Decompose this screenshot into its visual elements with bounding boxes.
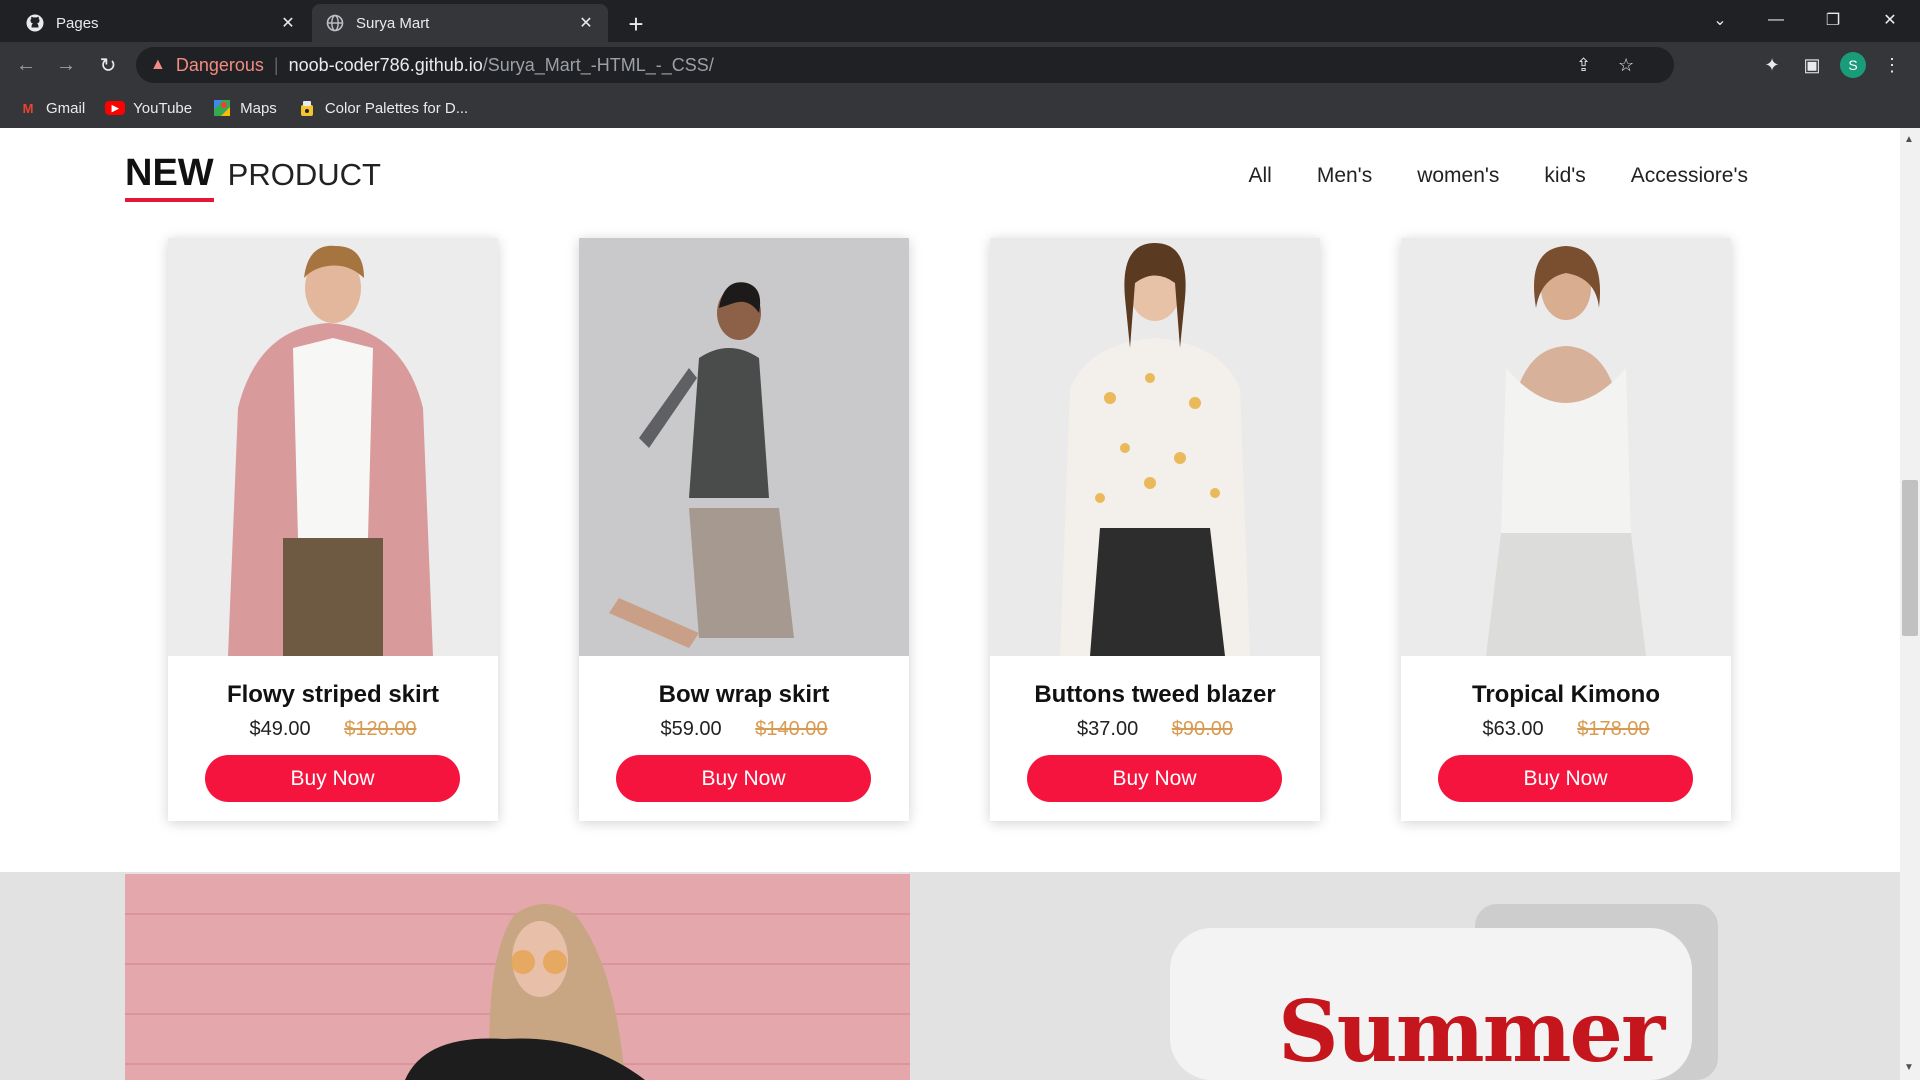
original-price: $178.00 (1577, 718, 1650, 740)
web-page: NEW PRODUCT All Men's women's kid's Acce… (0, 128, 1900, 1080)
section-heading: NEW PRODUCT (125, 152, 381, 202)
original-price: $120.00 (344, 718, 417, 740)
extensions-icon[interactable]: ✦ (1758, 51, 1786, 79)
bookmark-color-palettes[interactable]: Color Palettes for D... (297, 98, 468, 118)
product-card: Flowy striped skirt $49.00 $120.00 Buy N… (168, 238, 498, 821)
address-separator: | (273, 54, 279, 75)
bookmark-label: YouTube (133, 99, 193, 117)
current-price: $59.00 (660, 718, 722, 740)
scroll-up-arrow-icon[interactable]: ▲ (1904, 134, 1914, 145)
product-image[interactable] (168, 238, 498, 656)
buy-now-button[interactable]: Buy Now (205, 755, 460, 802)
restore-icon[interactable]: ❐ (1805, 0, 1861, 40)
bookmark-gmail[interactable]: M Gmail (18, 98, 86, 118)
tab-pages[interactable]: Pages ✕ (12, 4, 310, 42)
warning-icon[interactable]: ▲ (150, 56, 166, 74)
buy-now-button[interactable]: Buy Now (1438, 755, 1693, 802)
product-card: Tropical Kimono $63.00 $178.00 Buy Now (1401, 238, 1731, 821)
profile-avatar[interactable]: S (1840, 52, 1866, 78)
menu-dots-icon[interactable]: ⋮ (1878, 51, 1906, 79)
product-prices: $59.00 $140.00 (579, 718, 909, 741)
product-card: Buttons tweed blazer $37.00 $90.00 Buy N… (990, 238, 1320, 821)
tab-title: Surya Mart (356, 14, 430, 32)
close-tab-icon[interactable]: ✕ (576, 13, 596, 33)
heading-product: PRODUCT (227, 157, 381, 192)
bookmark-maps[interactable]: Maps (212, 98, 277, 118)
share-icon[interactable]: ⇪ (1576, 47, 1591, 83)
banner-photo (125, 874, 910, 1080)
current-price: $49.00 (249, 718, 311, 740)
globe-icon (326, 14, 344, 32)
bookmarks-bar: M Gmail ▶ YouTube Maps Color Palettes fo… (0, 88, 1920, 128)
forward-arrow-icon[interactable]: → (50, 49, 82, 81)
filter-womens[interactable]: women's (1417, 164, 1499, 188)
product-prices: $37.00 $90.00 (990, 718, 1320, 741)
bookmark-star-icon[interactable]: ☆ (1618, 47, 1634, 83)
product-image[interactable] (1401, 238, 1731, 656)
heading-new: NEW (125, 152, 214, 202)
browser-toolbar: ← → ↻ ▲ Dangerous | noob-coder786.github… (0, 42, 1920, 88)
product-image[interactable] (579, 238, 909, 656)
product-prices: $49.00 $120.00 (168, 718, 498, 741)
youtube-icon: ▶ (105, 101, 126, 115)
palette-icon (297, 98, 317, 118)
buy-now-button[interactable]: Buy Now (1027, 755, 1282, 802)
tab-strip: Pages ✕ Surya Mart ✕ + ⌄ — ❐ ✕ (0, 0, 1920, 42)
product-image[interactable] (990, 238, 1320, 656)
current-price: $63.00 (1482, 718, 1544, 740)
security-status[interactable]: Dangerous (176, 55, 264, 76)
back-arrow-icon[interactable]: ← (10, 49, 42, 81)
filter-mens[interactable]: Men's (1317, 164, 1372, 188)
url-host: noob-coder786.github.io (288, 54, 483, 75)
maps-icon (212, 98, 232, 118)
product-prices: $63.00 $178.00 (1401, 718, 1731, 741)
product-name: Buttons tweed blazer (1034, 681, 1276, 708)
original-price: $140.00 (755, 718, 828, 740)
filter-accessories[interactable]: Accessiore's (1631, 164, 1748, 188)
product-name: Tropical Kimono (1471, 681, 1660, 708)
summer-banner: Summer (0, 872, 1900, 1080)
tab-surya-mart[interactable]: Surya Mart ✕ (312, 4, 608, 42)
tab-search-chevron-icon[interactable]: ⌄ (1692, 0, 1748, 40)
filter-kids[interactable]: kid's (1544, 164, 1585, 188)
github-icon (26, 14, 44, 32)
original-price: $90.00 (1171, 718, 1233, 740)
close-window-icon[interactable]: ✕ (1862, 0, 1918, 40)
bookmark-label: Maps (240, 99, 277, 117)
close-tab-icon[interactable]: ✕ (278, 13, 298, 33)
bookmark-label: Gmail (46, 99, 86, 117)
bookmark-youtube[interactable]: ▶ YouTube (105, 100, 192, 117)
category-filters: All Men's women's kid's Accessiore's (1203, 164, 1748, 188)
minimize-icon[interactable]: — (1748, 0, 1804, 40)
side-panel-icon[interactable]: ▣ (1798, 51, 1826, 79)
filter-all[interactable]: All (1248, 164, 1271, 188)
buy-now-button[interactable]: Buy Now (616, 755, 871, 802)
product-card: Bow wrap skirt $59.00 $140.00 Buy Now (579, 238, 909, 821)
gmail-icon: M (22, 100, 34, 116)
summer-headline: Summer (1278, 982, 1665, 1080)
scrollbar-thumb[interactable] (1902, 480, 1918, 636)
current-price: $37.00 (1077, 718, 1139, 740)
product-name: Flowy striped skirt (226, 681, 440, 708)
reload-icon[interactable]: ↻ (92, 49, 124, 81)
scroll-down-arrow-icon[interactable]: ▼ (1904, 1062, 1914, 1073)
address-bar[interactable]: ▲ Dangerous | noob-coder786.github.io /S… (136, 47, 1674, 83)
tab-title: Pages (56, 14, 99, 32)
url-path: /Surya_Mart_-HTML_-_CSS/ (482, 54, 714, 75)
product-name: Bow wrap skirt (658, 681, 830, 708)
bookmark-label: Color Palettes for D... (324, 99, 469, 117)
new-tab-icon[interactable]: + (620, 8, 652, 40)
